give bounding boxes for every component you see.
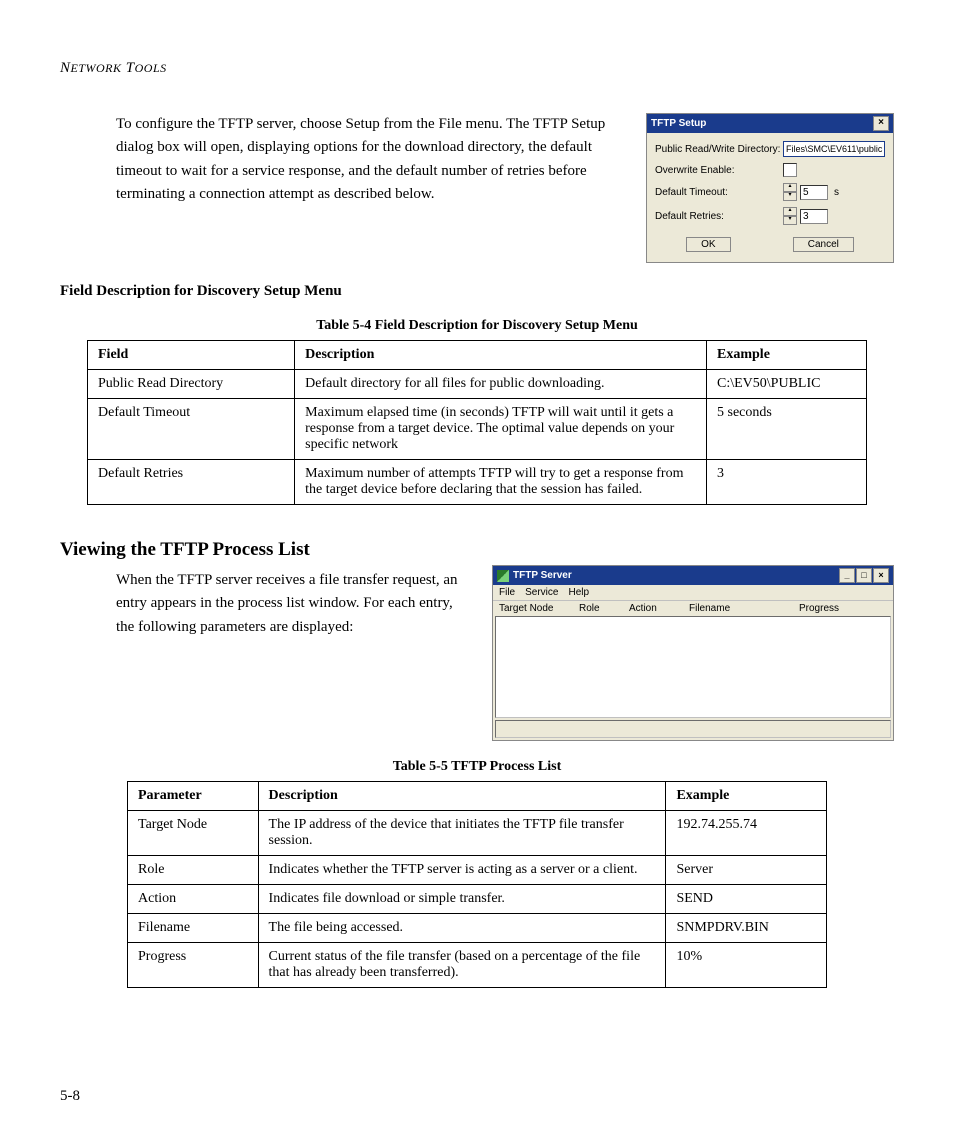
menu-service[interactable]: Service xyxy=(525,587,558,598)
timeout-spinner[interactable]: ▴▾ xyxy=(783,183,797,201)
table-cell: Server xyxy=(666,856,827,885)
table2-head-0: Parameter xyxy=(128,782,259,811)
table-row: Public Read DirectoryDefault directory f… xyxy=(88,370,867,399)
table-cell: Current status of the file transfer (bas… xyxy=(258,943,666,988)
close-icon[interactable]: × xyxy=(873,116,889,131)
col-progress[interactable]: Progress xyxy=(799,603,869,614)
table-cell: 5 seconds xyxy=(707,399,867,460)
section-heading-1: Field Description for Discovery Setup Me… xyxy=(60,283,894,300)
timeout-input[interactable]: 5 xyxy=(800,185,828,200)
table-cell: Role xyxy=(128,856,259,885)
col-action[interactable]: Action xyxy=(629,603,689,614)
table-cell: Indicates whether the TFTP server is act… xyxy=(258,856,666,885)
dialog-title-text: TFTP Setup xyxy=(651,118,706,129)
table-row: ActionIndicates file download or simple … xyxy=(128,885,827,914)
table-row: Default TimeoutMaximum elapsed time (in … xyxy=(88,399,867,460)
table1-caption: Table 5-4 Field Description for Discover… xyxy=(60,318,894,334)
app-icon xyxy=(497,570,509,582)
table-row: Default RetriesMaximum number of attempt… xyxy=(88,460,867,505)
dialog-titlebar: TFTP Setup × xyxy=(647,114,893,133)
col-role[interactable]: Role xyxy=(579,603,629,614)
table-cell: Default Timeout xyxy=(88,399,295,460)
table-cell: Public Read Directory xyxy=(88,370,295,399)
table1-head-2: Example xyxy=(707,341,867,370)
table-cell: Default Retries xyxy=(88,460,295,505)
table-cell: Maximum elapsed time (in seconds) TFTP w… xyxy=(295,399,707,460)
table-cell: 10% xyxy=(666,943,827,988)
table-cell: The file being accessed. xyxy=(258,914,666,943)
table-cell: The IP address of the device that initia… xyxy=(258,811,666,856)
col-target-node[interactable]: Target Node xyxy=(499,603,579,614)
table2-head-2: Example xyxy=(666,782,827,811)
table-row: Target NodeThe IP address of the device … xyxy=(128,811,827,856)
maximize-icon[interactable]: □ xyxy=(856,568,872,583)
table-1: Field Description Example Public Read Di… xyxy=(87,340,867,505)
intro-paragraph: To configure the TFTP server, choose Set… xyxy=(116,113,628,206)
table-row: RoleIndicates whether the TFTP server is… xyxy=(128,856,827,885)
table-cell: C:\EV50\PUBLIC xyxy=(707,370,867,399)
table1-head-1: Description xyxy=(295,341,707,370)
table-cell: Target Node xyxy=(128,811,259,856)
table-cell: Maximum number of attempts TFTP will try… xyxy=(295,460,707,505)
table2-caption: Table 5-5 TFTP Process List xyxy=(60,759,894,775)
tftp-server-window: TFTP Server _ □ × File Service Help Targ… xyxy=(492,565,894,741)
table-2: Parameter Description Example Target Nod… xyxy=(127,781,827,988)
ok-button[interactable]: OK xyxy=(686,237,730,252)
retries-spinner[interactable]: ▴▾ xyxy=(783,207,797,225)
process-list-area[interactable] xyxy=(495,616,891,718)
tftp-setup-dialog: TFTP Setup × Public Read/Write Directory… xyxy=(646,113,894,263)
table-cell: Indicates file download or simple transf… xyxy=(258,885,666,914)
minimize-icon[interactable]: _ xyxy=(839,568,855,583)
close-icon[interactable]: × xyxy=(873,568,889,583)
section-heading-2: Viewing the TFTP Process List xyxy=(60,539,894,561)
table-cell: Progress xyxy=(128,943,259,988)
cancel-button[interactable]: Cancel xyxy=(793,237,854,252)
menu-file[interactable]: File xyxy=(499,587,515,598)
status-bar xyxy=(495,720,891,738)
timeout-unit: s xyxy=(834,187,839,198)
table-cell: SNMPDRV.BIN xyxy=(666,914,827,943)
table1-head-0: Field xyxy=(88,341,295,370)
retries-label: Default Retries: xyxy=(655,211,783,222)
tftp-window-titlebar: TFTP Server _ □ × xyxy=(493,566,893,585)
table-cell: SEND xyxy=(666,885,827,914)
retries-input[interactable]: 3 xyxy=(800,209,828,224)
dir-label: Public Read/Write Directory: xyxy=(655,144,783,155)
overwrite-label: Overwrite Enable: xyxy=(655,165,783,176)
table-cell: 192.74.255.74 xyxy=(666,811,827,856)
col-filename[interactable]: Filename xyxy=(689,603,799,614)
table-row: FilenameThe file being accessed.SNMPDRV.… xyxy=(128,914,827,943)
overwrite-checkbox[interactable] xyxy=(783,163,797,177)
process-paragraph: When the TFTP server receives a file tra… xyxy=(116,565,474,639)
table2-head-1: Description xyxy=(258,782,666,811)
dir-input[interactable]: Files\SMC\EV611\public xyxy=(783,141,885,157)
column-headers: Target Node Role Action Filename Progres… xyxy=(493,601,893,614)
table-cell: 3 xyxy=(707,460,867,505)
page-number: 5-8 xyxy=(60,1088,80,1105)
table-cell: Action xyxy=(128,885,259,914)
menu-bar: File Service Help xyxy=(493,585,893,601)
tftp-window-title: TFTP Server xyxy=(513,570,572,581)
table-cell: Filename xyxy=(128,914,259,943)
menu-help[interactable]: Help xyxy=(568,587,589,598)
table-row: ProgressCurrent status of the file trans… xyxy=(128,943,827,988)
page-header: NETWORK TOOLS xyxy=(60,60,894,77)
timeout-label: Default Timeout: xyxy=(655,187,783,198)
table-cell: Default directory for all files for publ… xyxy=(295,370,707,399)
